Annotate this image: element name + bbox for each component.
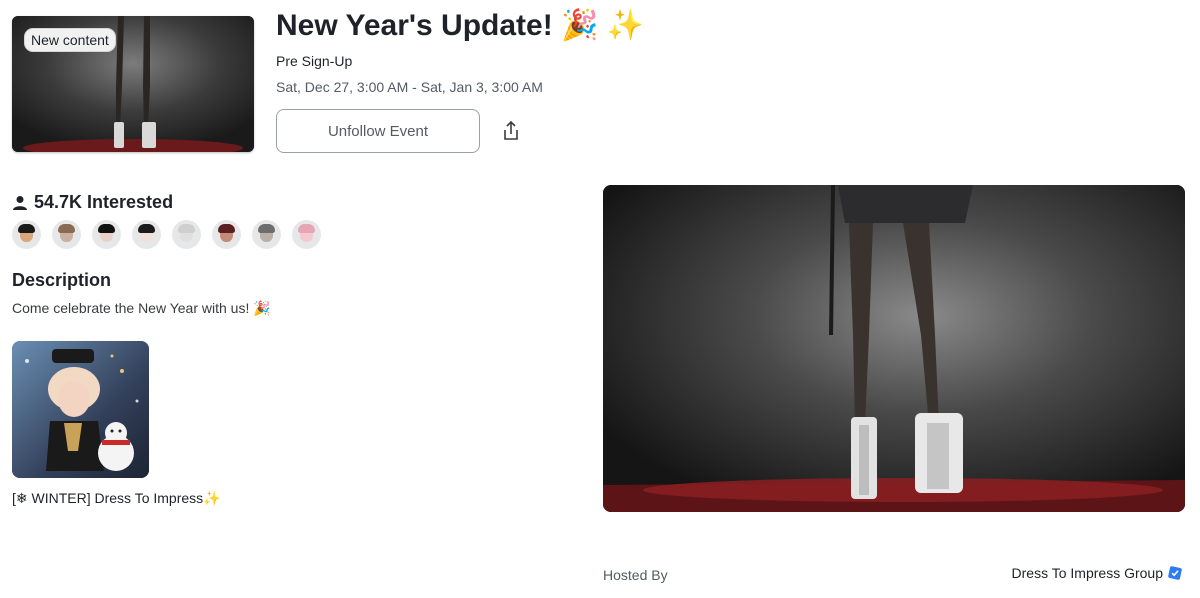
description-text: Come celebrate the New Year with us! 🎉 — [12, 300, 271, 316]
avatar-hair — [18, 224, 35, 233]
winter-avatar-image — [12, 341, 149, 478]
avatar-hair — [178, 224, 195, 233]
avatar-hair — [138, 224, 155, 233]
event-page: New content New Year's Update! 🎉 ✨ Pre S… — [0, 0, 1200, 598]
avatar-hair — [258, 224, 275, 233]
interested-user-avatar[interactable] — [12, 220, 41, 249]
event-subtitle: Pre Sign-Up — [276, 53, 353, 69]
hosted-by-label: Hosted By — [603, 567, 668, 583]
event-title: New Year's Update! 🎉 ✨ — [276, 9, 645, 42]
avatar-hair — [98, 224, 115, 233]
verified-badge-icon — [1168, 566, 1182, 580]
share-button[interactable] — [498, 118, 524, 144]
event-dates: Sat, Dec 27, 3:00 AM - Sat, Jan 3, 3:00 … — [276, 79, 543, 95]
avatar-hair — [298, 224, 315, 233]
interested-user-avatar[interactable] — [92, 220, 121, 249]
interested-user-avatar[interactable] — [212, 220, 241, 249]
experience-thumbnail[interactable] — [12, 341, 149, 478]
stage-legs-preview-image — [603, 185, 1185, 512]
avatar-hair — [58, 224, 75, 233]
interested-count: 54.7K Interested — [12, 192, 173, 213]
event-thumbnail: New content — [12, 16, 254, 152]
host-group-link[interactable]: Dress To Impress Group — [1012, 565, 1182, 581]
person-icon — [12, 195, 28, 211]
interested-avatars — [12, 220, 332, 249]
new-content-badge: New content — [24, 28, 116, 52]
interested-label: 54.7K Interested — [34, 192, 174, 212]
share-icon — [504, 121, 518, 140]
experience-name-link[interactable]: [❄ WINTER] Dress To Impress✨ — [12, 490, 221, 507]
interested-user-avatar[interactable] — [52, 220, 81, 249]
unfollow-event-button[interactable]: Unfollow Event — [276, 109, 480, 153]
event-preview-image — [603, 185, 1185, 512]
description-heading: Description — [12, 270, 112, 290]
interested-user-avatar[interactable] — [292, 220, 321, 249]
interested-user-avatar[interactable] — [172, 220, 201, 249]
interested-user-avatar[interactable] — [132, 220, 161, 249]
host-name-text: Dress To Impress Group — [1011, 565, 1163, 581]
avatar-hair — [218, 224, 235, 233]
interested-user-avatar[interactable] — [252, 220, 281, 249]
